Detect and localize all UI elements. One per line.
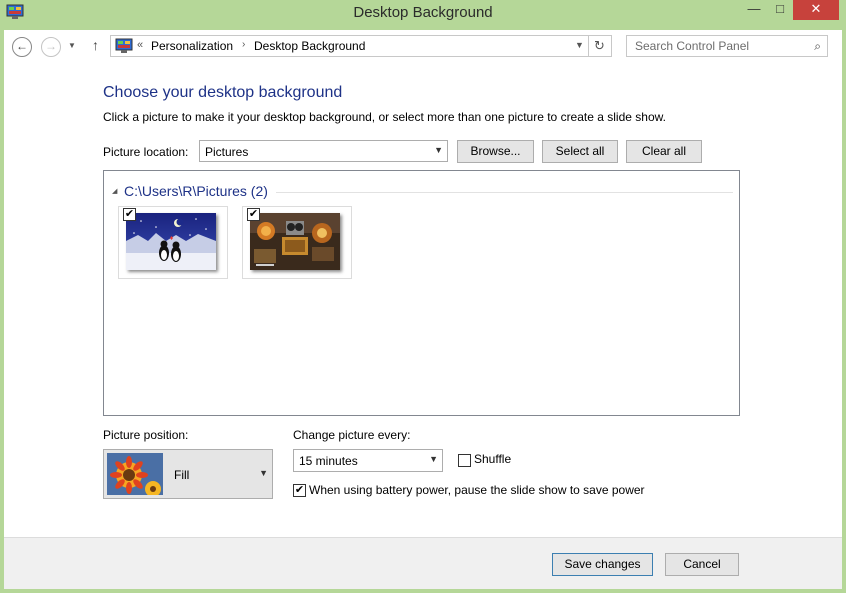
close-button[interactable]: ✕ [793, 0, 839, 20]
group-divider [276, 192, 733, 193]
recent-locations-chevron-down-icon[interactable]: ▼ [68, 41, 76, 50]
battery-pause-label[interactable]: When using battery power, pause the slid… [309, 483, 645, 497]
chevron-down-icon: ▼ [434, 145, 443, 155]
picture-gallery[interactable]: ◢ C:\Users\R\Pictures (2) ✔ ✔ [103, 170, 740, 416]
content-area: ← → ▼ ↑ « Personalization › Desktop Back… [4, 30, 842, 589]
browse-button[interactable]: Browse... [457, 140, 534, 163]
picture-location-label: Picture location: [103, 145, 189, 159]
shuffle-checkbox[interactable] [458, 454, 471, 467]
search-icon[interactable]: ⌕ [814, 39, 821, 54]
breadcrumb-personalization[interactable]: Personalization [151, 39, 233, 53]
picture-thumbnail[interactable]: ✔ [118, 206, 228, 279]
window-title: Desktop Background [353, 4, 493, 21]
control-panel-icon [115, 38, 133, 53]
battery-pause-checkbox[interactable]: ✔ [293, 484, 306, 497]
chevron-down-icon: ▼ [429, 454, 438, 464]
collapse-group-icon[interactable]: ◢ [112, 187, 117, 195]
back-arrow-icon[interactable]: ← [12, 37, 32, 57]
maximize-button[interactable]: □ [767, 0, 793, 20]
up-arrow-icon[interactable]: ↑ [92, 37, 99, 53]
address-chevron-down-icon[interactable]: ▼ [575, 40, 584, 50]
forward-arrow-icon[interactable]: → [41, 37, 61, 57]
change-picture-interval-select[interactable]: 15 minutes ▼ [293, 449, 443, 472]
clear-all-button[interactable]: Clear all [626, 140, 702, 163]
picture-location-select[interactable]: Pictures ▼ [199, 140, 448, 162]
select-all-button[interactable]: Select all [542, 140, 618, 163]
address-bar[interactable]: « Personalization › Desktop Background ▼ [110, 35, 589, 57]
search-placeholder: Search Control Panel [635, 39, 750, 53]
group-header[interactable]: C:\Users\R\Pictures (2) [124, 183, 268, 199]
page-title: Choose your desktop background [103, 84, 343, 101]
breadcrumb-overflow-icon[interactable]: « [137, 39, 143, 51]
picture-position-label: Picture position: [103, 428, 189, 442]
chevron-down-icon: ▼ [259, 468, 268, 478]
checkmark-icon[interactable]: ✔ [123, 208, 136, 221]
dialog-footer: Save changes Cancel [4, 537, 842, 589]
minimize-button[interactable]: — [741, 0, 767, 20]
navigation-bar: ← → ▼ ↑ « Personalization › Desktop Back… [4, 30, 842, 66]
title-bar: Desktop Background — □ ✕ [0, 0, 846, 28]
penguins-wallpaper-image [126, 213, 216, 270]
cancel-button[interactable]: Cancel [665, 553, 739, 576]
refresh-icon[interactable]: ↻ [588, 35, 612, 57]
picture-location-value: Pictures [205, 145, 249, 159]
change-picture-interval-value: 15 minutes [299, 454, 358, 468]
picture-position-select[interactable]: Fill ▼ [103, 449, 273, 499]
instructions-text: Click a picture to make it your desktop … [103, 110, 666, 124]
fill-position-preview-icon [107, 453, 163, 495]
picture-thumbnail[interactable]: ✔ [242, 206, 352, 279]
window: Desktop Background — □ ✕ ← → ▼ ↑ « Perso… [0, 0, 846, 593]
breadcrumb-desktop-background[interactable]: Desktop Background [254, 39, 365, 53]
breadcrumb-separator-icon[interactable]: › [242, 39, 245, 50]
change-picture-label: Change picture every: [293, 428, 411, 442]
picture-position-value: Fill [174, 468, 190, 482]
save-changes-button[interactable]: Save changes [552, 553, 653, 576]
checkmark-icon[interactable]: ✔ [247, 208, 260, 221]
shuffle-label[interactable]: Shuffle [474, 452, 511, 466]
robot-wallpaper-image [250, 213, 340, 270]
search-input[interactable]: Search Control Panel ⌕ [626, 35, 828, 57]
